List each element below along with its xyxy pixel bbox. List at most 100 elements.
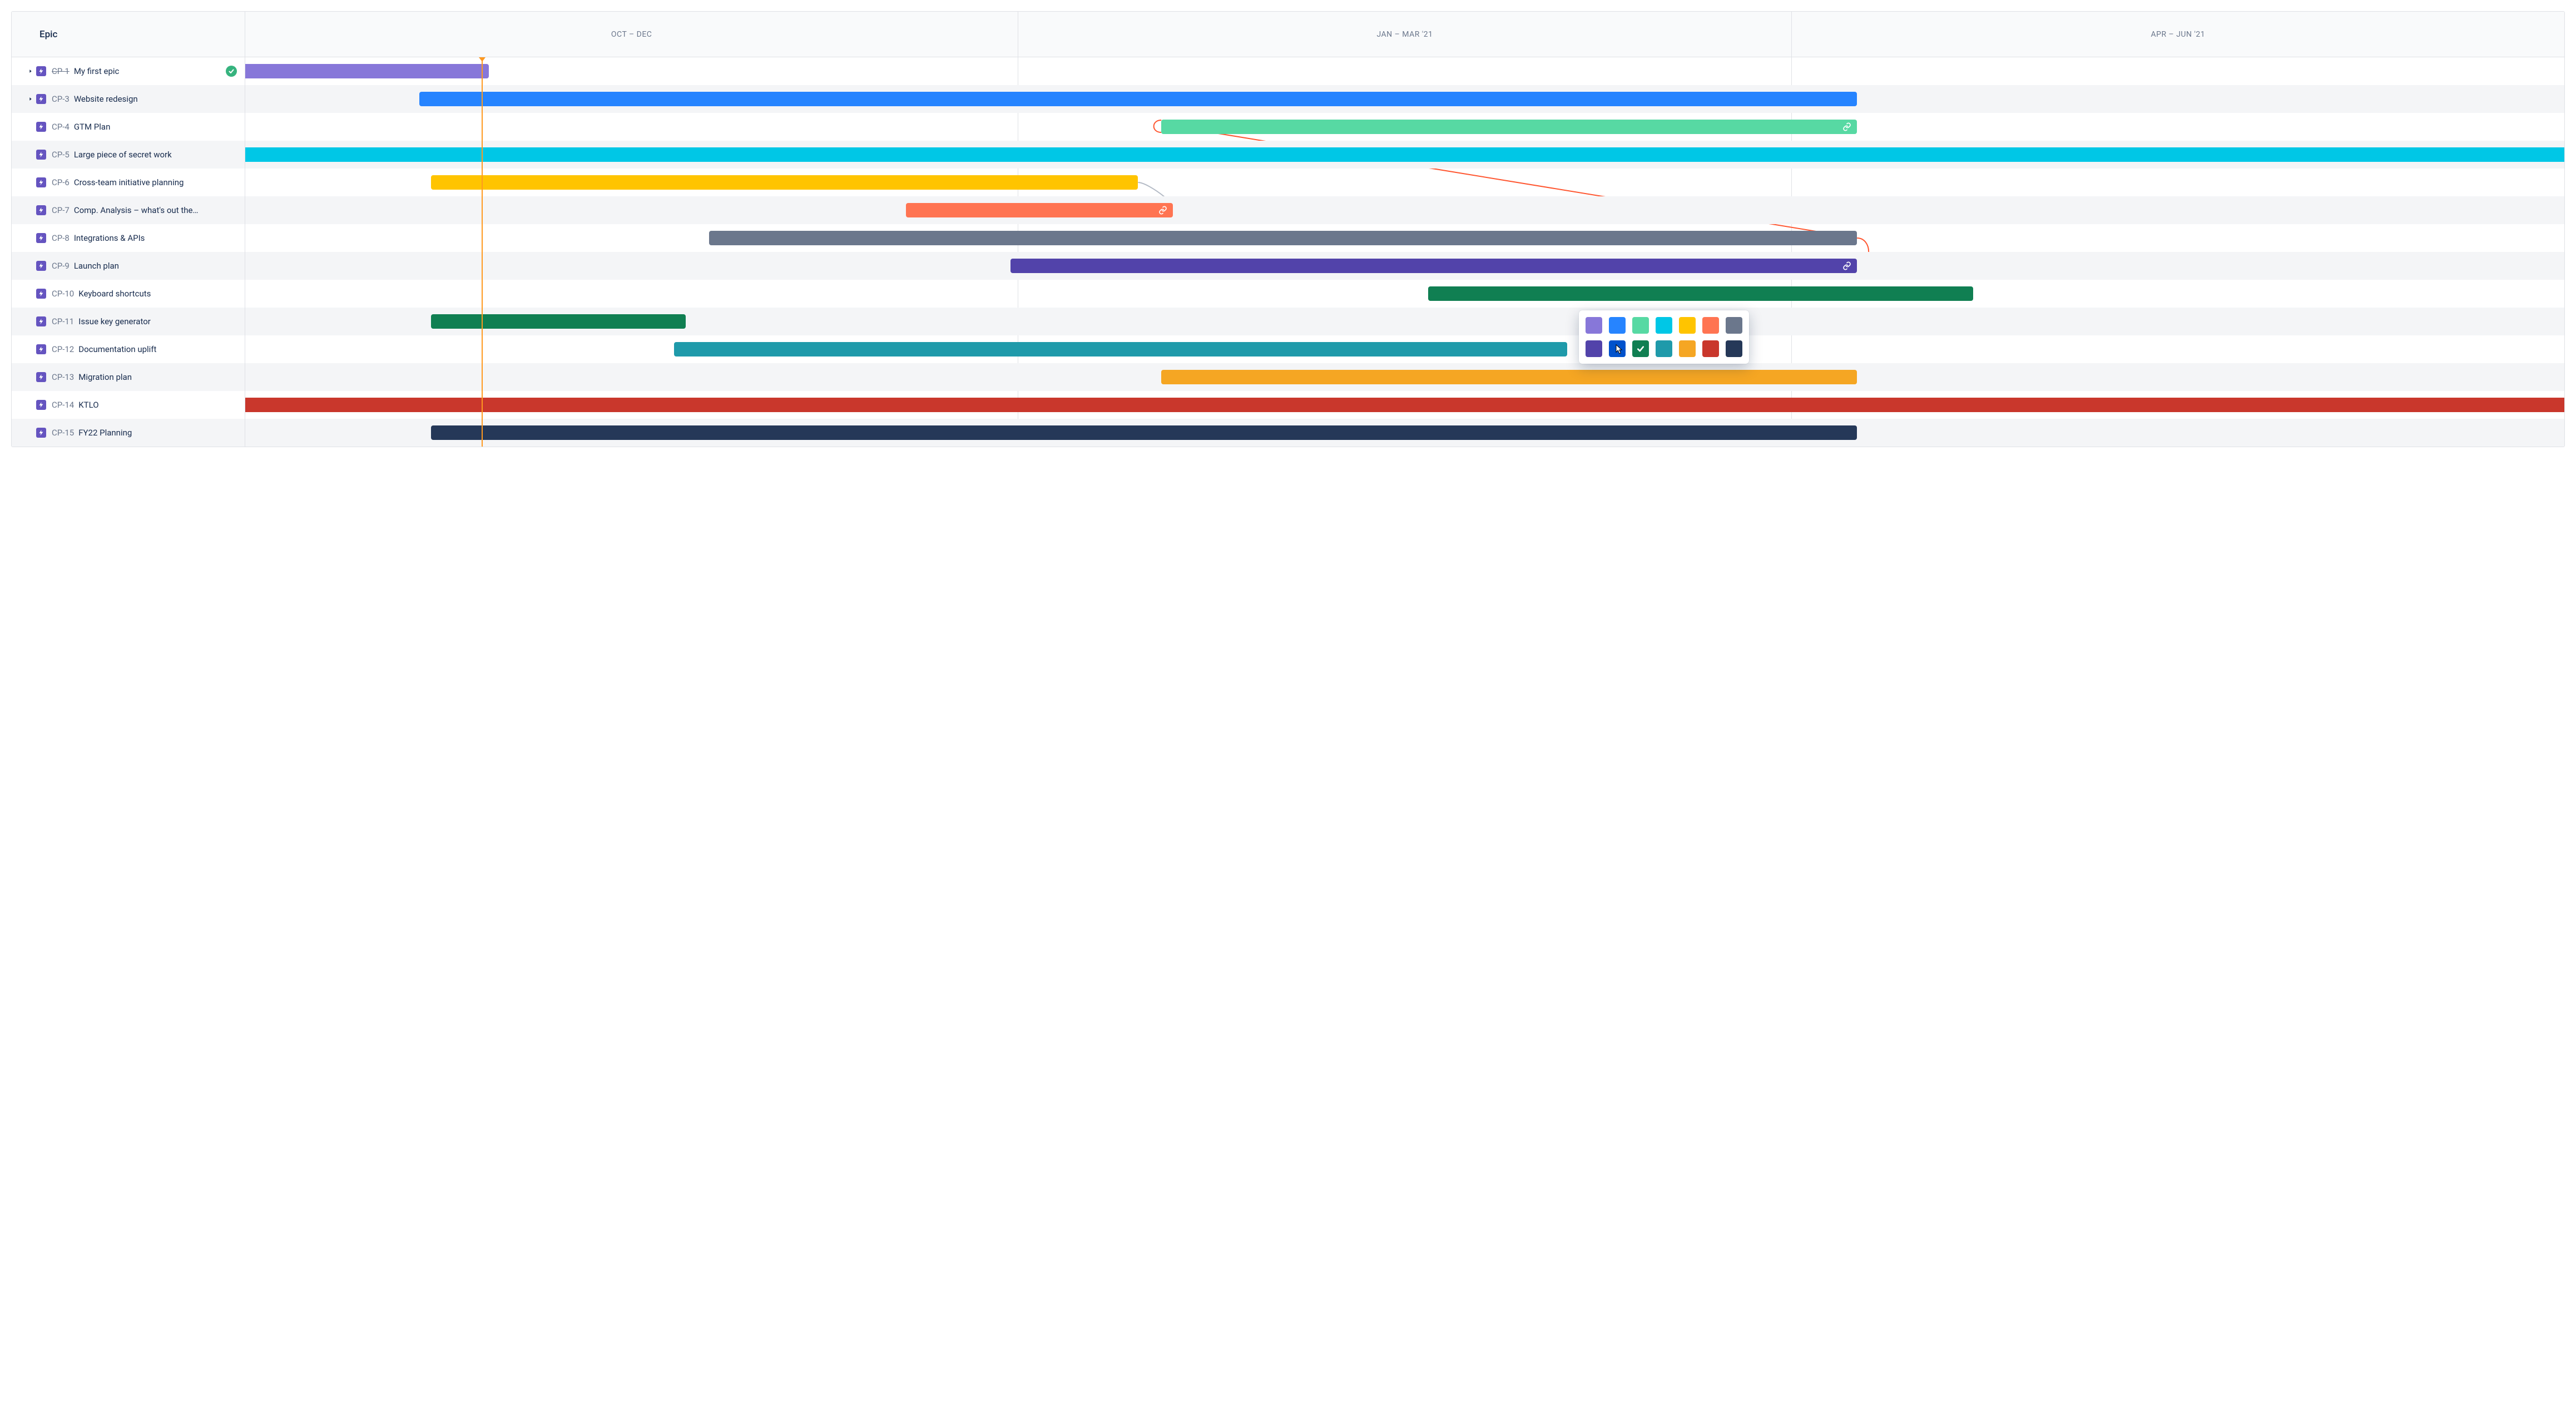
epic-bar[interactable]	[431, 314, 686, 329]
timeline-period: JAN – MAR '21	[1018, 12, 1791, 57]
epic-row[interactable]: CP-15 FY22 Planning	[12, 419, 245, 447]
epic-bar[interactable]	[431, 425, 1857, 440]
epic-row[interactable]: CP-12Documentation uplift	[12, 335, 245, 363]
epic-icon	[36, 94, 46, 104]
issue-key: CP-13	[52, 372, 74, 382]
epic-title: Integrations & APIs	[74, 233, 237, 243]
done-status-icon	[226, 66, 237, 77]
timeline-row	[245, 363, 2564, 391]
epic-row[interactable]: CP-10Keyboard shortcuts	[12, 280, 245, 308]
epic-icon	[36, 205, 46, 215]
epic-bar[interactable]	[709, 231, 1857, 245]
timeline-period: APR – JUN '21	[1791, 12, 2564, 57]
timeline-row	[245, 391, 2564, 419]
roadmap-container: Epic OCT – DEC JAN – MAR '21 APR – JUN '…	[11, 11, 2565, 447]
roadmap-body: CP-1My first epicCP-3Website redesignCP-…	[12, 57, 2564, 447]
expand-toggle[interactable]	[25, 68, 36, 74]
epic-title: Migration plan	[78, 372, 237, 382]
epic-row[interactable]: CP-11 Issue key generator	[12, 308, 245, 335]
color-picker[interactable]	[1579, 310, 1749, 364]
dependency-link-icon	[1158, 206, 1167, 215]
color-swatch[interactable]	[1632, 340, 1649, 357]
issue-key: CP-11	[52, 316, 74, 326]
epic-title: Website redesign	[74, 94, 237, 104]
epic-list: CP-1My first epicCP-3Website redesignCP-…	[12, 57, 245, 447]
issue-key: CP-5	[52, 150, 70, 160]
epic-icon	[36, 372, 46, 382]
epic-bar[interactable]	[674, 342, 1567, 356]
epic-bar[interactable]	[431, 175, 1138, 190]
epic-row[interactable]: CP-3 Website redesign	[12, 85, 245, 113]
timeline-row	[245, 169, 2564, 196]
epic-bar[interactable]	[419, 92, 1857, 106]
epic-row[interactable]: CP-7 Comp. Analysis – what's out the…	[12, 196, 245, 224]
timeline-row	[245, 85, 2564, 113]
timeline-row	[245, 419, 2564, 447]
color-swatch[interactable]	[1609, 340, 1626, 357]
epic-row[interactable]: CP-6Cross-team initiative planning	[12, 169, 245, 196]
timeline-bars	[245, 57, 2564, 447]
timeline-row	[245, 57, 2564, 85]
epic-icon	[36, 344, 46, 354]
timeline-row	[245, 196, 2564, 224]
epic-row[interactable]: CP-4GTM Plan	[12, 113, 245, 141]
epic-column-header: Epic	[12, 12, 245, 57]
color-swatch[interactable]	[1609, 317, 1626, 334]
epic-title: My first epic	[74, 66, 221, 76]
color-swatch[interactable]	[1679, 340, 1696, 357]
epic-title: Launch plan	[74, 261, 237, 271]
issue-key: CP-3	[52, 94, 70, 104]
issue-key: CP-10	[52, 289, 74, 299]
timeline-row	[245, 113, 2564, 141]
timeline-row	[245, 141, 2564, 169]
issue-key: CP-6	[52, 177, 70, 187]
epic-title: FY22 Planning	[78, 428, 237, 438]
color-swatch[interactable]	[1656, 317, 1672, 334]
issue-key: CP-8	[52, 233, 70, 243]
dependency-link-icon	[1842, 261, 1851, 270]
color-swatch[interactable]	[1656, 340, 1672, 357]
color-swatch[interactable]	[1632, 317, 1649, 334]
timeline-period: OCT – DEC	[245, 12, 1018, 57]
epic-bar[interactable]	[1010, 259, 1857, 273]
issue-key: CP-7	[52, 205, 70, 215]
epic-row[interactable]: CP-9 Launch plan	[12, 252, 245, 280]
epic-bar[interactable]	[1161, 120, 1857, 134]
epic-bar[interactable]	[245, 147, 2564, 162]
epic-title: KTLO	[78, 400, 237, 410]
color-swatch[interactable]	[1702, 317, 1719, 334]
timeline-row	[245, 280, 2564, 308]
epic-icon	[36, 428, 46, 438]
color-swatch[interactable]	[1586, 317, 1602, 334]
timeline-row	[245, 335, 2564, 363]
color-swatch[interactable]	[1586, 340, 1602, 357]
epic-title: Comp. Analysis – what's out the…	[74, 205, 237, 215]
epic-row[interactable]: CP-13 Migration plan	[12, 363, 245, 391]
epic-bar[interactable]	[1161, 370, 1857, 384]
epic-bar[interactable]	[245, 64, 489, 78]
epic-bar[interactable]	[1428, 286, 1973, 301]
issue-key: CP-9	[52, 261, 70, 271]
epic-icon	[36, 150, 46, 160]
epic-row[interactable]: CP-8 Integrations & APIs	[12, 224, 245, 252]
color-swatch[interactable]	[1726, 317, 1742, 334]
epic-row[interactable]: CP-5Large piece of secret work	[12, 141, 245, 169]
dependency-link-icon	[1842, 122, 1851, 131]
epic-bar[interactable]	[906, 203, 1173, 217]
color-swatch[interactable]	[1679, 317, 1696, 334]
color-swatch[interactable]	[1726, 340, 1742, 357]
issue-key: CP-15	[52, 428, 74, 438]
timeline-row	[245, 224, 2564, 252]
expand-toggle[interactable]	[25, 96, 36, 102]
epic-icon	[36, 233, 46, 243]
epic-icon	[36, 66, 46, 76]
epic-row[interactable]: CP-1My first epic	[12, 57, 245, 85]
epic-row[interactable]: CP-14KTLO	[12, 391, 245, 419]
epic-bar[interactable]	[245, 398, 2564, 412]
epic-icon	[36, 316, 46, 326]
roadmap-header: Epic OCT – DEC JAN – MAR '21 APR – JUN '…	[12, 12, 2564, 57]
epic-title: Issue key generator	[78, 316, 237, 326]
epic-column-header-label: Epic	[39, 29, 57, 40]
color-swatch[interactable]	[1702, 340, 1719, 357]
timeline-row	[245, 308, 2564, 335]
